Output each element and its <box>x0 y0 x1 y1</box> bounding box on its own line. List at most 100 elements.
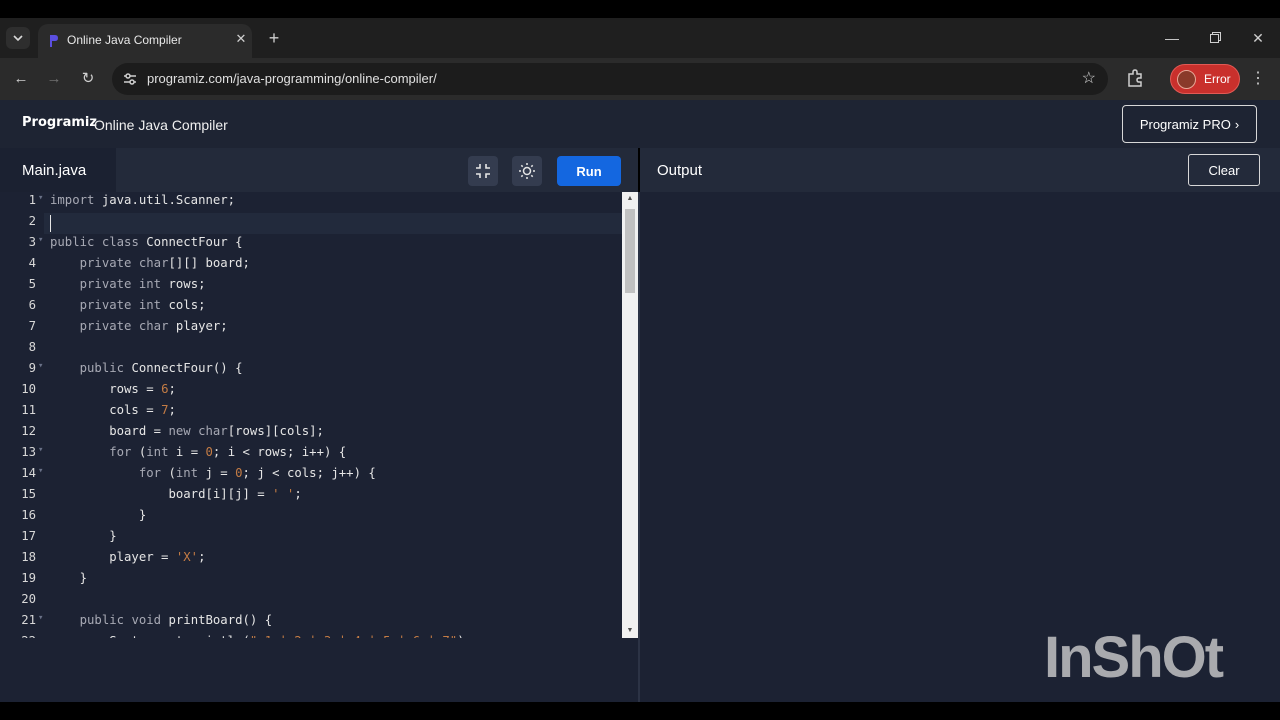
line-number: 18 <box>21 550 36 564</box>
theme-toggle-button[interactable] <box>512 156 542 186</box>
line-number: 15 <box>21 487 36 501</box>
programiz-favicon-icon <box>50 35 58 47</box>
code-line[interactable]: 4 private char[][] board; <box>0 256 622 277</box>
output-title: Output <box>657 162 703 179</box>
window-close-icon[interactable]: ✕ <box>1248 28 1268 48</box>
chevron-down-icon <box>13 35 23 42</box>
fold-marker-icon[interactable]: ▾ <box>38 445 43 455</box>
code-line[interactable]: 7 private char player; <box>0 319 622 340</box>
scroll-down-arrow-icon[interactable]: ▼ <box>626 627 634 635</box>
bookmark-star-icon[interactable]: ☆ <box>1082 68 1096 88</box>
browser-menu-kebab-icon[interactable]: ⋮ <box>1250 68 1266 90</box>
code-line[interactable]: 5 private int rows; <box>0 277 622 298</box>
code-line[interactable]: 3 ▾ public class ConnectFour { <box>0 235 622 256</box>
code-line[interactable]: 19 } <box>0 571 622 592</box>
code-line[interactable]: 10 rows = 6; <box>0 382 622 403</box>
line-number: 21 <box>21 613 36 627</box>
video-letterbox-bottom <box>0 702 1280 720</box>
clear-button[interactable]: Clear <box>1188 154 1260 186</box>
minimize-icon[interactable]: — <box>1162 28 1182 48</box>
code-text: } <box>50 571 88 585</box>
line-number: 3 <box>28 235 36 249</box>
fold-marker-icon[interactable]: ▾ <box>38 361 43 371</box>
fold-marker-icon[interactable]: ▾ <box>38 193 43 203</box>
browser-tab-strip: Online Java Compiler ✕ + — ✕ <box>0 18 1280 58</box>
code-text: private int cols; <box>79 298 206 312</box>
code-text: } <box>50 508 147 522</box>
collapse-icon <box>476 164 490 178</box>
run-button[interactable]: Run <box>557 156 621 186</box>
pro-button-label: Programiz PRO <box>1139 116 1231 132</box>
line-number: 4 <box>28 256 36 270</box>
code-line[interactable]: 18 player = 'X'; <box>0 550 622 571</box>
avatar <box>1177 70 1196 89</box>
code-text: cols = 7; <box>50 403 176 417</box>
code-line[interactable]: 17 } <box>0 529 622 550</box>
fold-marker-icon[interactable]: ▾ <box>38 466 43 476</box>
back-arrow-icon[interactable]: ← <box>10 68 32 90</box>
code-line[interactable]: 9 ▾ public ConnectFour() { <box>0 361 622 382</box>
code-text: } <box>50 529 117 543</box>
profile-error-label: Error <box>1204 72 1231 86</box>
line-number: 9 <box>28 361 36 375</box>
line-number: 8 <box>28 340 36 354</box>
line-number: 11 <box>21 403 36 417</box>
line-number: 2 <box>28 214 36 228</box>
code-line[interactable]: 8 <box>0 340 622 361</box>
line-number: 19 <box>21 571 36 585</box>
code-line[interactable]: 21 ▾ public void printBoard() { <box>0 613 622 634</box>
code-line[interactable]: 16 } <box>0 508 622 529</box>
new-tab-plus-icon[interactable]: + <box>264 28 284 48</box>
code-text: private char player; <box>79 319 228 333</box>
code-line[interactable]: 13 ▾ for (int i = 0; i < rows; i++) { <box>0 445 622 466</box>
editor-toolbar: Main.java Run <box>0 148 638 192</box>
scrollbar-thumb[interactable] <box>625 209 635 293</box>
code-text: public class ConnectFour { <box>50 235 243 249</box>
code-editor[interactable]: 1 ▾ import java.util.Scanner; 2 3 ▾ public cla… <box>0 192 622 638</box>
code-text: for (int i = 0; i < rows; i++) { <box>109 445 347 459</box>
browser-toolbar: ← → ↻ programiz.com/java-programming/onl… <box>0 58 1280 100</box>
tab-search-button[interactable] <box>6 27 30 49</box>
code-line[interactable]: 6 private int cols; <box>0 298 622 319</box>
code-line[interactable]: 1 ▾ import java.util.Scanner; <box>0 193 622 214</box>
inshot-watermark: InShOt <box>1044 625 1224 690</box>
code-line[interactable]: 2 <box>0 214 622 235</box>
code-line[interactable]: 12 board = new char[rows][cols]; <box>0 424 622 445</box>
tune-icon[interactable] <box>122 71 138 87</box>
file-tab-label: Main.java <box>22 162 87 179</box>
fold-marker-icon[interactable]: ▾ <box>38 235 43 245</box>
programiz-pro-button[interactable]: Programiz PRO › <box>1122 105 1257 143</box>
fold-marker-icon[interactable]: ▾ <box>38 613 43 623</box>
code-line[interactable]: 15 board[i][j] = ' '; <box>0 487 622 508</box>
extensions-puzzle-icon[interactable] <box>1125 68 1145 88</box>
address-bar[interactable]: programiz.com/java-programming/online-co… <box>112 63 1108 95</box>
line-number: 14 <box>21 466 36 480</box>
site-header: Programiz Online Java Compiler Programiz… <box>0 100 1280 148</box>
url-text[interactable]: programiz.com/java-programming/online-co… <box>147 71 437 86</box>
scroll-up-arrow-icon[interactable]: ▲ <box>626 195 634 203</box>
fullscreen-toggle-button[interactable] <box>468 156 498 186</box>
profile-error-button[interactable]: Error <box>1170 64 1240 94</box>
forward-arrow-icon[interactable]: → <box>43 68 65 90</box>
reload-icon[interactable]: ↻ <box>77 68 99 90</box>
line-number: 13 <box>21 445 36 459</box>
line-number: 16 <box>21 508 36 522</box>
video-letterbox-top <box>0 0 1280 18</box>
programiz-logo[interactable]: Programiz <box>22 115 97 130</box>
code-text: board[i][j] = ' '; <box>50 487 302 501</box>
file-tab-main-java[interactable]: Main.java <box>0 148 116 192</box>
code-line[interactable]: 20 <box>0 592 622 613</box>
line-number: 7 <box>28 319 36 333</box>
editor-footer-area <box>0 638 638 702</box>
line-number: 17 <box>21 529 36 543</box>
browser-tab[interactable]: Online Java Compiler ✕ <box>38 24 252 58</box>
line-number: 20 <box>21 592 36 606</box>
code-text: private int rows; <box>79 277 206 291</box>
code-line[interactable]: 14 ▾ for (int j = 0; j < cols; j++) { <box>0 466 622 487</box>
page-title: Online Java Compiler <box>94 117 228 133</box>
restore-icon[interactable] <box>1205 28 1225 48</box>
editor-scrollbar[interactable]: ▲ ▼ <box>622 192 638 638</box>
line-number: 1 <box>28 193 36 207</box>
tab-close-icon[interactable]: ✕ <box>233 31 249 47</box>
code-line[interactable]: 11 cols = 7; <box>0 403 622 424</box>
